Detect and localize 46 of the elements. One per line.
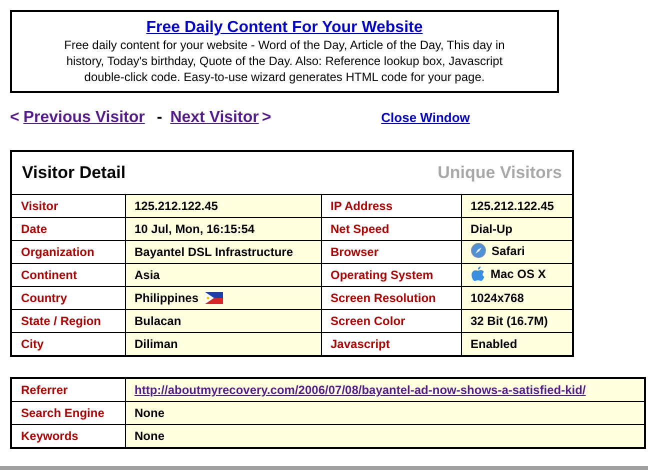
table-cell: Bulacan: [125, 310, 321, 332]
table-cell: 125.212.122.45: [461, 194, 573, 218]
field-label: Continent: [11, 264, 125, 286]
table-cell: Dial-Up: [461, 218, 573, 240]
separator-text: -: [156, 109, 162, 127]
next-visitor-link[interactable]: Next Visitor: [170, 109, 259, 127]
field-label: Screen Color: [321, 310, 461, 332]
field-label: Screen Resolution: [321, 286, 461, 310]
flag-icon: [204, 292, 223, 304]
table-cell: 125.212.122.45: [125, 194, 321, 218]
table-cell: None: [125, 402, 645, 424]
field-label: Visitor: [11, 194, 125, 218]
banner-title-link[interactable]: Free Daily Content For Your Website: [146, 18, 423, 37]
field-label: Net Speed: [321, 218, 461, 240]
table-cell: Enabled: [461, 332, 573, 356]
apple-icon: [470, 266, 484, 282]
field-label: Country: [11, 286, 125, 310]
table-cell: None: [125, 424, 645, 448]
compass-icon: [470, 243, 486, 258]
table-title: Visitor Detail: [22, 163, 126, 183]
cell-value: Mac OS X: [490, 266, 546, 280]
table-subtitle: Unique Visitors: [438, 163, 562, 183]
field-label: Date: [11, 218, 125, 240]
field-label: Operating System: [321, 264, 461, 286]
field-label: IP Address: [321, 194, 461, 218]
table-cell: Asia: [125, 264, 321, 286]
table-cell: 32 Bit (16.7M): [461, 310, 573, 332]
table-cell: 1024x768: [461, 286, 573, 310]
arrow-glyph: <: [10, 109, 20, 127]
field-label: Javascript: [321, 332, 461, 356]
table-cell: Diliman: [125, 332, 321, 356]
field-label: City: [11, 332, 125, 356]
close-window-link[interactable]: Close Window: [381, 110, 470, 125]
field-label: Keywords: [11, 424, 125, 448]
arrow-glyph: >: [262, 109, 272, 127]
field-label: State / Region: [11, 310, 125, 332]
field-label: Search Engine: [11, 402, 125, 424]
cell-value: Philippines: [134, 291, 199, 305]
table-cell: Bayantel DSL Infrastructure: [125, 240, 321, 264]
previous-visitor-link[interactable]: Previous Visitor: [23, 109, 145, 127]
table-cell: 10 Jul, Mon, 16:15:54: [125, 218, 321, 240]
field-label: Organization: [11, 240, 125, 264]
field-label: Referrer: [11, 378, 125, 402]
cell-value: Safari: [492, 244, 525, 258]
banner-text: Free daily content for your website - Word of the Day, Article of the Day, This day in history, Today's birthday, Quote of the Day. Also: Reference lookup box, Javascript double-click code. Easy-to-use wizard generates HTML code for your page.: [63, 37, 506, 85]
field-label: Browser: [321, 240, 461, 264]
